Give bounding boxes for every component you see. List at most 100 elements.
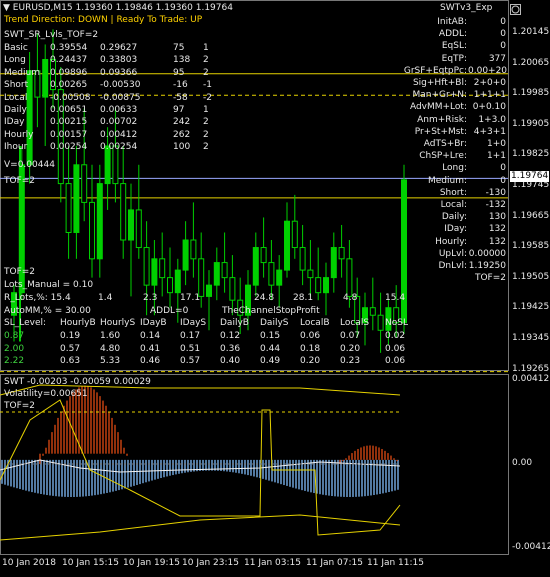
right-label: Long: <box>442 163 467 174</box>
right-label: UpLvl: <box>438 248 467 259</box>
lots-pct-value: 28.1 <box>293 293 314 303</box>
right-value: 2+0+0 <box>473 78 506 88</box>
symbol-line: EURUSD,M15 1.19360 1.19846 1.19360 1.197… <box>12 3 233 13</box>
tof-lower: TOF=2 <box>4 267 36 277</box>
row-value: 100 <box>173 142 191 153</box>
price-label: 1.19825 <box>512 149 550 160</box>
row-value: 1 <box>203 105 209 115</box>
right-value: 0 <box>500 29 506 40</box>
row-value: 0.24437 <box>50 55 88 66</box>
right-value: 0 <box>500 175 506 186</box>
right-label: Local: <box>440 200 467 210</box>
row-label: Hourly <box>4 129 34 140</box>
price-label: 1.19505 <box>512 271 550 282</box>
sl-cell: 0.46 <box>140 356 161 366</box>
row-value: 0.00412 <box>100 129 138 140</box>
sl-cell: 0.44 <box>260 343 281 354</box>
right-label: InitAB: <box>437 17 467 27</box>
sl-header: NoSL <box>385 318 408 328</box>
smiley-icon[interactable] <box>510 4 521 15</box>
channel-stop: TheChannelStopProfit <box>222 306 320 316</box>
row-value: 138 <box>173 55 191 66</box>
right-label: Medium: <box>427 175 467 186</box>
sl-cell: 0.18 <box>300 343 321 354</box>
symbol-icon: ▼ <box>3 3 10 13</box>
sub-title: SWT -0.00203 -0.00059 0.00029 <box>4 377 151 387</box>
chart-window: SWTv3_Exp ▼ EURUSD,M15 1.19360 1.19846 1… <box>0 0 550 574</box>
candle <box>338 224 345 278</box>
sl-cell: 0.63 <box>60 356 81 366</box>
row-value: 2 <box>203 142 209 153</box>
lots-pct-label: R_Lots,%: 15.4 <box>4 293 71 303</box>
sl-cell: 0.49 <box>260 356 281 366</box>
right-label: ADDL: <box>438 29 467 40</box>
row-value: 1 <box>203 43 209 53</box>
candle <box>34 33 41 128</box>
right-value: 130 <box>488 212 506 223</box>
sl-header: LocalB <box>300 318 330 328</box>
row-label: IDay <box>4 117 25 128</box>
time-label: 11 Jan 03:15 <box>244 558 301 568</box>
right-value: -132 <box>485 200 506 210</box>
row-value: -1 <box>203 80 212 91</box>
row-value: -0.00508 <box>50 92 91 103</box>
volatility: Volatility=0.00651 <box>4 389 88 399</box>
sub-tof: TOF=2 <box>4 401 36 411</box>
right-value: 1+1 <box>487 151 506 162</box>
right-label: ChSP+Lre: <box>419 151 467 162</box>
sl-cell: 0.02 <box>385 331 406 341</box>
sl-cell: 0.57 <box>60 343 81 354</box>
sl-cell: 0.23 <box>340 356 361 366</box>
row-value: 0.00633 <box>100 105 138 115</box>
automm: AutoMM,% = 30.00 <box>4 306 91 316</box>
tof-upper: TOF=2 <box>4 176 36 186</box>
sl-header: IDayS <box>180 318 207 328</box>
row-value: 2 <box>203 117 209 128</box>
price-label: 1.20145 <box>512 27 550 37</box>
row-value: 0.00702 <box>100 117 138 128</box>
sl-cell: 0.17 <box>180 331 201 341</box>
price-label: 1.19265 <box>512 363 550 374</box>
right-value: 0.00+20 <box>468 65 508 76</box>
right-label: IDay: <box>444 224 467 235</box>
row-value: -16 <box>173 80 188 91</box>
sl-cell: 0.12 <box>220 331 241 341</box>
right-label: Sig+Hft+Bl: <box>412 78 467 88</box>
row-value: 0.29627 <box>100 43 138 53</box>
right-label: Short: <box>439 187 467 198</box>
row-value: 2 <box>203 55 209 66</box>
right-value: 0+0.10 <box>472 102 506 113</box>
time-label: 11 Jan 11:15 <box>367 558 424 568</box>
time-label: 11 Jan 07:15 <box>306 558 363 568</box>
sl-cell: 0.06 <box>300 331 321 341</box>
sl-cell: 0.20 <box>300 356 321 366</box>
sl-cell: 0.41 <box>140 343 161 354</box>
row-label: Medium <box>4 67 40 78</box>
row-value: 0.00254 <box>100 142 138 153</box>
right-label: AdvMM+Lot: <box>409 102 467 113</box>
right-value: 132 <box>488 236 506 247</box>
sl-header: DailyB <box>220 318 249 328</box>
candle <box>182 221 189 286</box>
candle <box>135 164 142 259</box>
row-value: 0.00254 <box>50 142 88 153</box>
row-value: 2 <box>203 67 209 78</box>
lots-pct-value: 17.1 <box>180 293 201 303</box>
row-label: Ihour <box>4 142 28 153</box>
time-label: 10 Jan 19:15 <box>123 558 180 568</box>
sl-cell: 0.14 <box>140 331 161 341</box>
candle <box>377 292 384 353</box>
right-value: 1+3.0 <box>478 114 506 125</box>
right-label: DnLvl: <box>438 261 467 271</box>
sl-header: IDayB <box>140 318 167 328</box>
sl-cell: 0.51 <box>180 343 201 354</box>
sub-axis-label: 0.00 <box>512 458 533 468</box>
addl: ADDL=0 <box>150 306 189 316</box>
sl-cell: 0.40 <box>220 356 241 366</box>
sl-cell: 0.57 <box>180 356 201 366</box>
right-value: TOF=2 <box>474 273 506 284</box>
right-value: 377 <box>488 53 506 64</box>
right-value: 4+3+1 <box>473 126 506 137</box>
right-label: GrSF+EqtpPc: <box>403 65 467 76</box>
price-label: 1.19585 <box>512 241 550 252</box>
